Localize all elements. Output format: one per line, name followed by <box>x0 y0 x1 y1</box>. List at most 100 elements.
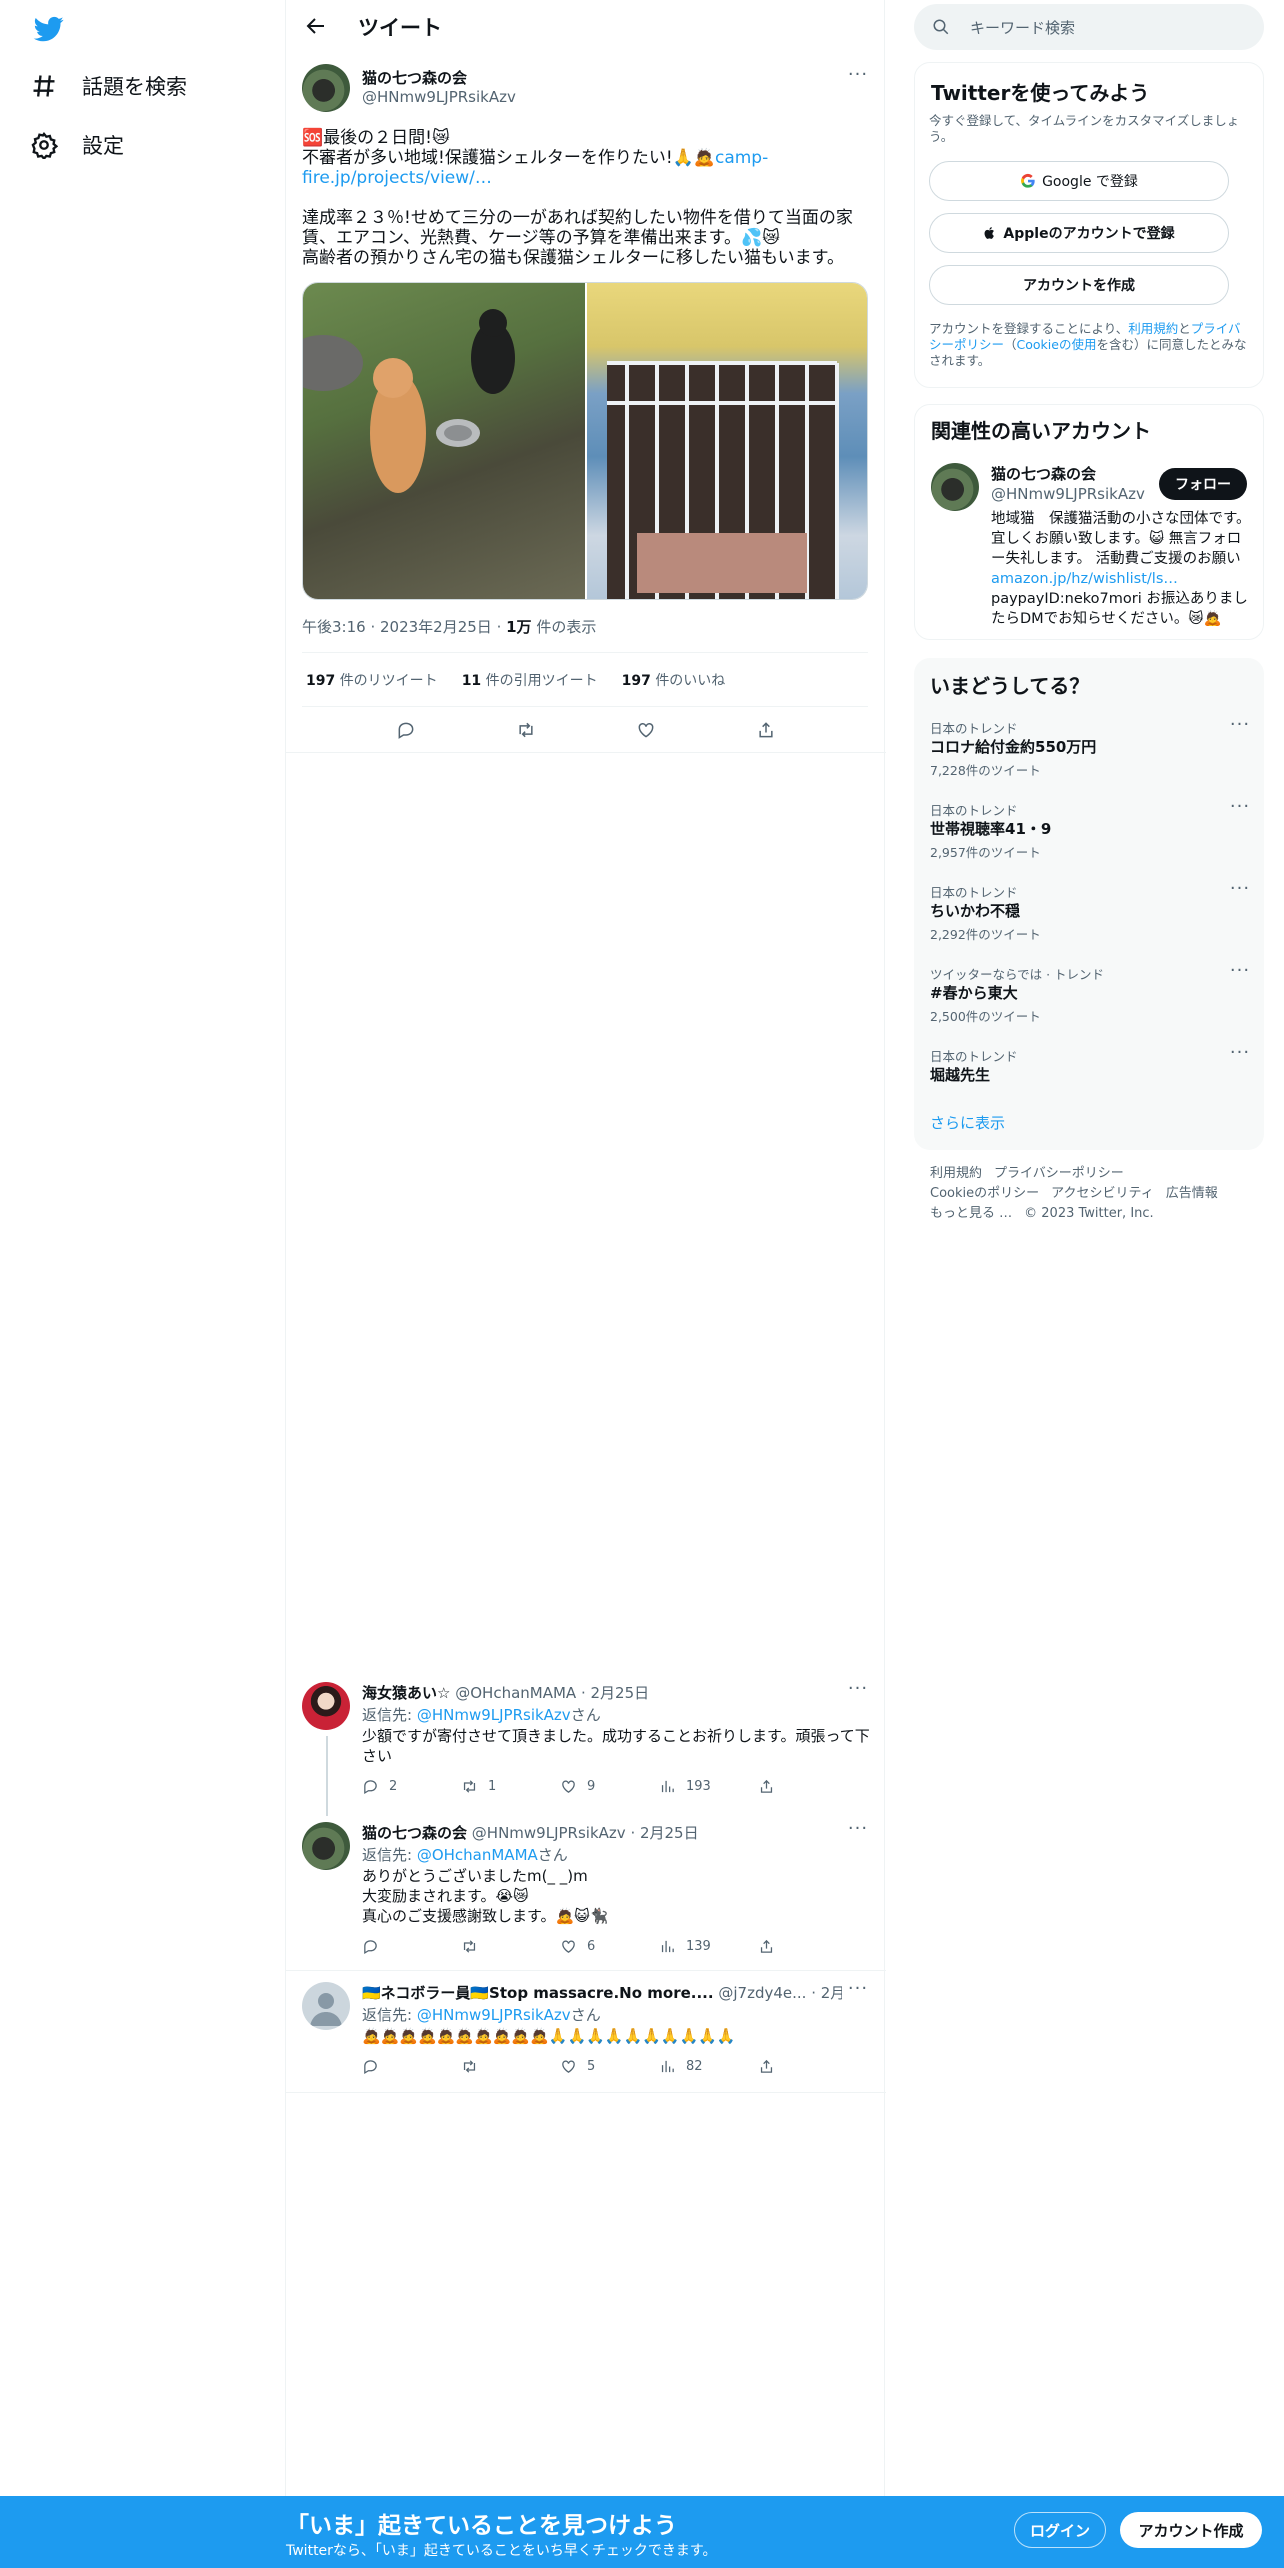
apple-signup-button[interactable]: Appleのアカウントで登録 <box>929 213 1229 253</box>
reply-to-handle[interactable]: @HNmw9LJPRsikAzv <box>417 2006 571 2024</box>
reply-date[interactable]: · 2月25日 <box>630 1824 698 1842</box>
reply-tweet[interactable]: 猫の七つ森の会 @HNmw9LJPRsikAzv · 2月25日 ··· 返信先… <box>286 1820 886 1970</box>
related-handle[interactable]: @HNmw9LJPRsikAzv <box>991 485 1145 503</box>
trend-title: コロナ給付金約550万円 <box>930 738 1097 756</box>
reply-header: 猫の七つ森の会 @HNmw9LJPRsikAzv · 2月25日 <box>362 1822 699 1843</box>
share-icon <box>760 1779 773 1793</box>
more-options-icon[interactable]: ··· <box>846 1680 870 1706</box>
twitter-logo-icon[interactable] <box>32 14 66 44</box>
reply-author-handle[interactable]: @HNmw9LJPRsikAzv <box>472 1824 626 1842</box>
google-signup-button[interactable]: Google で登録 <box>929 161 1229 201</box>
reply-date[interactable]: · 2月25日 <box>581 1684 649 1702</box>
footer-link[interactable]: Cookieのポリシー <box>930 1186 1039 1201</box>
more-options-icon[interactable]: ··· <box>1228 1044 1252 1070</box>
views-button[interactable]: 139 <box>659 1938 758 1955</box>
footer-more-link[interactable]: もっと見る … <box>930 1206 1012 1221</box>
author-name[interactable]: 猫の七つ森の会 <box>362 67 467 88</box>
like-button[interactable]: 6 <box>560 1938 659 1955</box>
tweet-text-paragraph: 高齢者の預かりさん宅の猫も保護猫シェルターに移したい猫もいます。 <box>302 248 844 268</box>
reply-avatar[interactable] <box>302 1822 350 1870</box>
follow-button[interactable]: フォロー <box>1159 468 1247 500</box>
retweet-button[interactable] <box>461 1938 560 1955</box>
reply-tweet[interactable]: 🇺🇦ネコボラー員🇺🇦Stop massacre.No more.... @j7z… <box>286 1980 886 2092</box>
author-handle[interactable]: @HNmw9LJPRsikAzv <box>362 88 516 106</box>
like-button[interactable]: 5 <box>560 2058 659 2075</box>
share-button[interactable] <box>758 1938 857 1955</box>
related-bio-text: paypayID:neko7mori お振込ありましたらDMでお知らせください。… <box>991 591 1248 627</box>
reply-author-name[interactable]: 🇺🇦ネコボラー員🇺🇦Stop massacre.No more.... <box>362 1984 714 2002</box>
trend-item[interactable]: ツイッターならでは · トレンド #春から東大 2,500件のツイート ··· <box>914 962 1264 1046</box>
cage-photo-illustration <box>607 361 839 599</box>
tweet-photo-cats[interactable] <box>303 283 585 599</box>
related-name[interactable]: 猫の七つ森の会 <box>991 463 1096 484</box>
nav-item-explore[interactable]: 話題を検索 <box>30 62 187 110</box>
more-options-icon[interactable]: ··· <box>1228 880 1252 906</box>
cookie-link[interactable]: Cookieの使用 <box>1017 337 1097 352</box>
author-avatar[interactable] <box>302 64 350 112</box>
nav-item-settings[interactable]: 設定 <box>30 121 124 169</box>
tweet-text: 🆘最後の２日間!😿 不審者が多い地域!保護猫シェルターを作りたい!🙏🙇camp-… <box>302 128 867 268</box>
reply-button[interactable] <box>362 1938 461 1955</box>
more-options-icon[interactable]: ··· <box>846 1980 870 2006</box>
retweets-stat[interactable]: 197 件のリツイート <box>306 670 438 690</box>
more-options-icon[interactable]: ··· <box>846 66 870 92</box>
reply-button[interactable]: 2 <box>362 1778 461 1795</box>
reply-avatar[interactable] <box>302 1682 350 1730</box>
tweet-date[interactable]: 2023年2月25日 <box>380 618 492 636</box>
search-input[interactable]: キーワード検索 <box>914 4 1264 50</box>
tweet-photo-cage[interactable] <box>587 283 867 599</box>
share-icon[interactable] <box>756 720 776 740</box>
like-button[interactable]: 9 <box>560 1778 659 1795</box>
views-button[interactable]: 82 <box>659 2058 758 2075</box>
create-account-button[interactable]: アカウントを作成 <box>929 265 1229 305</box>
footer-link[interactable]: 利用規約 <box>930 1166 982 1181</box>
login-button[interactable]: ログイン <box>1014 2512 1106 2548</box>
show-more-link[interactable]: さらに表示 <box>930 1112 1005 1133</box>
trend-item[interactable]: 日本のトレンド ちいかわ不穏 2,292件のツイート ··· <box>914 880 1264 964</box>
reply-to-handle[interactable]: @OHchanMAMA <box>417 1846 538 1864</box>
tweet-media <box>302 282 868 600</box>
trend-title: ちいかわ不穏 <box>930 902 1021 920</box>
reply-header: 海女猿あい☆ @OHchanMAMA · 2月25日 <box>362 1682 649 1703</box>
more-options-icon[interactable]: ··· <box>1228 716 1252 742</box>
quotes-count: 11 <box>461 673 482 689</box>
retweet-icon <box>463 1940 476 1953</box>
trend-item[interactable]: 日本のトレンド コロナ給付金約550万円 7,228件のツイート ··· <box>914 716 1264 800</box>
share-button[interactable] <box>758 1778 857 1795</box>
reply-author-handle[interactable]: @OHchanMAMA <box>455 1684 576 1702</box>
likes-stat[interactable]: 197 件のいいね <box>622 670 726 690</box>
signup-button[interactable]: アカウント作成 <box>1120 2512 1262 2548</box>
retweet-button[interactable] <box>461 2058 560 2075</box>
footer-link[interactable]: 広告情報 <box>1166 1186 1218 1201</box>
more-options-icon[interactable]: ··· <box>846 1820 870 1846</box>
reply-author-name[interactable]: 海女猿あい☆ <box>362 1684 450 1702</box>
trend-item[interactable]: 日本のトレンド 世帯視聴率41・9 2,957件のツイート ··· <box>914 798 1264 882</box>
tweet-time[interactable]: 午後3:16 <box>302 618 366 636</box>
footer-link[interactable]: プライバシーポリシー <box>994 1166 1124 1181</box>
reply-button[interactable] <box>362 2058 461 2075</box>
quotes-stat[interactable]: 11 件の引用ツイート <box>462 670 598 690</box>
default-avatar-icon[interactable] <box>302 1982 350 2030</box>
views-button[interactable]: 193 <box>659 1778 758 1795</box>
retweet-button[interactable]: 1 <box>461 1778 560 1795</box>
back-arrow-icon[interactable] <box>304 14 328 38</box>
trend-title: #春から東大 <box>930 984 1018 1002</box>
reply-icon[interactable] <box>396 720 416 740</box>
more-options-icon[interactable]: ··· <box>1228 962 1252 988</box>
reply-date[interactable]: · 2月26日 <box>811 1984 842 2002</box>
reply-to-label: 返信先: <box>362 1706 417 1724</box>
share-button[interactable] <box>758 2058 857 2075</box>
more-options-icon[interactable]: ··· <box>1228 798 1252 824</box>
trend-category: 日本のトレンド <box>930 885 1018 900</box>
reply-author-name[interactable]: 猫の七つ森の会 <box>362 1824 467 1842</box>
like-icon[interactable] <box>636 720 656 740</box>
related-avatar[interactable] <box>931 463 979 511</box>
related-bio-link[interactable]: amazon.jp/hz/wishlist/ls… <box>991 571 1178 587</box>
retweet-icon[interactable] <box>516 720 536 740</box>
reply-to-handle[interactable]: @HNmw9LJPRsikAzv <box>417 1706 571 1724</box>
reply-tweet[interactable]: 海女猿あい☆ @OHchanMAMA · 2月25日 ··· 返信先: @HNm… <box>286 1680 886 1816</box>
terms-link[interactable]: 利用規約 <box>1128 321 1178 336</box>
reply-author-handle[interactable]: @j7zdy4e... <box>718 1984 806 2002</box>
footer-link[interactable]: アクセシビリティ <box>1051 1186 1154 1201</box>
divider <box>286 2092 886 2093</box>
